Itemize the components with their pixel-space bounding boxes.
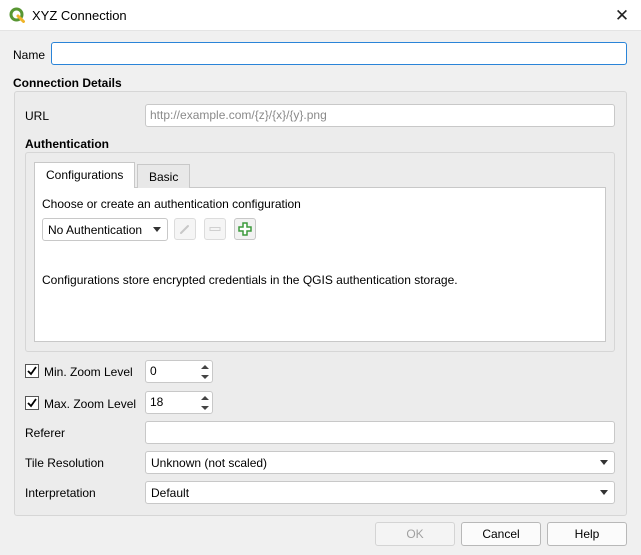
- choose-auth-text: Choose or create an authentication confi…: [42, 197, 301, 211]
- tile-resolution-value: Unknown (not scaled): [151, 456, 268, 470]
- auth-config-combo[interactable]: No Authentication: [42, 218, 168, 241]
- edit-auth-button[interactable]: [174, 218, 196, 240]
- minus-icon: [209, 227, 221, 231]
- add-auth-button[interactable]: [234, 218, 256, 240]
- name-input[interactable]: [51, 42, 627, 65]
- min-zoom-label: Min. Zoom Level: [44, 365, 133, 379]
- arrow-up-icon: [201, 364, 209, 369]
- min-zoom-decrement[interactable]: [198, 371, 212, 382]
- interpretation-label: Interpretation: [25, 486, 96, 500]
- ok-button[interactable]: OK: [375, 522, 455, 546]
- chevron-down-icon: [600, 490, 608, 495]
- max-zoom-checkbox[interactable]: [25, 396, 39, 410]
- name-label: Name: [13, 48, 46, 62]
- auth-config-value: No Authentication: [48, 223, 143, 237]
- auth-info-text: Configurations store encrypted credentia…: [42, 273, 458, 287]
- referer-input[interactable]: [145, 421, 615, 444]
- min-zoom-value: 0: [150, 364, 157, 378]
- plus-icon: [238, 222, 252, 236]
- pencil-icon: [180, 225, 189, 234]
- url-input[interactable]: http://example.com/{z}/{x}/{y}.png: [145, 104, 615, 127]
- interpretation-combo[interactable]: Default: [145, 481, 615, 504]
- chevron-down-icon: [600, 460, 608, 465]
- max-zoom-value: 18: [150, 395, 164, 409]
- interpretation-value: Default: [151, 486, 190, 500]
- min-zoom-checkbox[interactable]: [25, 364, 39, 378]
- help-button[interactable]: Help: [547, 522, 627, 546]
- arrow-down-icon: [201, 374, 209, 379]
- window-title: XYZ Connection: [32, 8, 127, 23]
- close-icon: ✕: [614, 5, 630, 25]
- remove-auth-button[interactable]: [204, 218, 226, 240]
- close-button[interactable]: ✕: [605, 2, 639, 29]
- tile-resolution-combo[interactable]: Unknown (not scaled): [145, 451, 615, 474]
- qgis-logo-icon: [9, 7, 25, 23]
- max-zoom-label: Max. Zoom Level: [44, 397, 137, 411]
- arrow-down-icon: [201, 405, 209, 410]
- cancel-button[interactable]: Cancel: [461, 522, 541, 546]
- check-icon: [27, 366, 37, 376]
- tile-resolution-label: Tile Resolution: [25, 456, 104, 470]
- tab-configurations[interactable]: Configurations: [34, 162, 136, 188]
- url-label: URL: [25, 109, 50, 123]
- authentication-heading: Authentication: [25, 137, 109, 151]
- chevron-down-icon: [153, 227, 161, 232]
- referer-label: Referer: [25, 426, 66, 440]
- connection-details-heading: Connection Details: [13, 76, 122, 90]
- arrow-up-icon: [201, 395, 209, 400]
- check-icon: [27, 398, 37, 408]
- max-zoom-decrement[interactable]: [198, 402, 212, 413]
- tab-basic[interactable]: Basic: [137, 164, 191, 188]
